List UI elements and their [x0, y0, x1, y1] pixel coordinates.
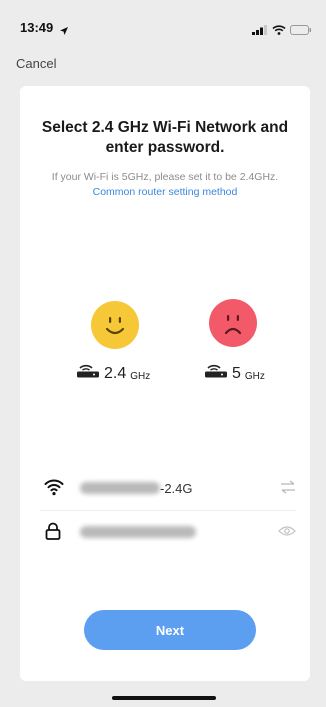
status-indicators — [252, 22, 312, 40]
field-divider — [40, 510, 296, 511]
home-indicator — [112, 696, 216, 700]
router-icon — [76, 360, 100, 383]
eye-icon[interactable] — [278, 524, 296, 542]
band-unit: GHz — [130, 371, 151, 382]
happy-face-icon — [91, 301, 139, 349]
location-arrow-icon — [60, 22, 68, 40]
password-redacted — [80, 526, 196, 538]
band-value: 2.4 — [104, 365, 127, 382]
hint-text: If your Wi-Fi is 5GHz, please set it to … — [44, 170, 286, 200]
battery-icon — [290, 22, 312, 40]
page-title: Select 2.4 GHz Wi-Fi Network and enter p… — [41, 119, 289, 156]
lock-icon — [44, 522, 62, 545]
ssid-suffix: -2.4G — [160, 481, 193, 496]
band-2-4ghz: 2.4 GHz — [76, 360, 150, 383]
cellular-signal-icon — [252, 22, 268, 40]
router-setting-link[interactable]: Common router setting method — [93, 186, 238, 198]
cancel-button[interactable]: Cancel — [16, 56, 56, 71]
status-time: 13:49 — [20, 20, 54, 35]
wifi-status-icon — [272, 22, 286, 40]
wifi-setup-card: Select 2.4 GHz Wi-Fi Network and enter p… — [20, 86, 310, 681]
status-bar: 13:49 — [0, 0, 326, 44]
password-field[interactable] — [40, 514, 296, 550]
hint-message: If your Wi-Fi is 5GHz, please set it to … — [51, 171, 279, 183]
wifi-icon — [44, 478, 64, 501]
wifi-network-field[interactable]: -2.4G — [40, 470, 296, 506]
ssid-redacted — [80, 482, 160, 494]
band-5ghz: 5 GHz — [204, 360, 265, 383]
sad-face-icon — [209, 299, 257, 347]
router-icon — [204, 360, 228, 383]
band-value: 5 — [232, 365, 241, 382]
band-unit: GHz — [244, 371, 265, 382]
switch-network-icon[interactable] — [280, 480, 296, 499]
next-button[interactable]: Next — [84, 610, 256, 650]
